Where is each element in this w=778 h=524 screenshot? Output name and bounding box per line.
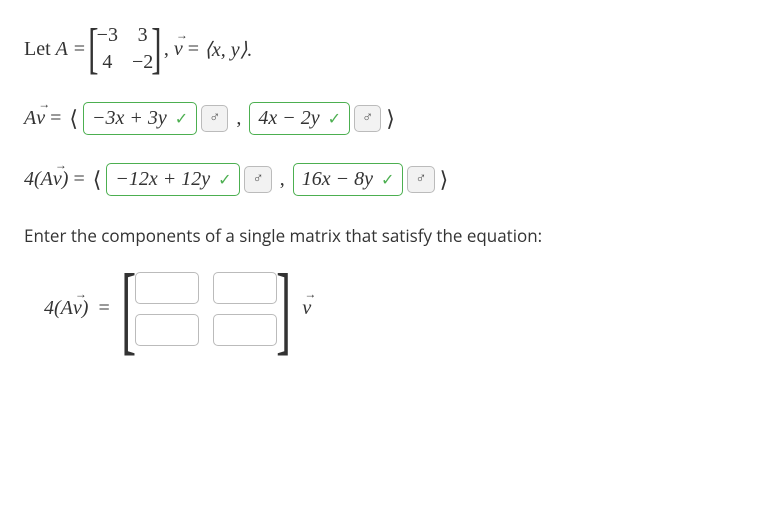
left-bracket-big: [ [121,271,136,346]
gear-icon: ♂ [209,110,220,127]
answer-box-1[interactable]: −3x + 3y ✓ [83,102,197,135]
instruction-text: Enter the components of a single matrix … [24,224,754,247]
answer-1-expr: −3x + 3y [92,107,167,130]
gear-icon: ♂ [362,110,373,127]
answer-box-3[interactable]: −12x + 12y ✓ [106,163,240,196]
reload-button-4[interactable]: ♂ [407,166,434,193]
check-icon: ✓ [218,170,231,190]
matrix-input-21[interactable] [135,314,199,346]
right-bracket-big: ] [276,271,291,346]
angle-left: ⟨ [93,167,102,193]
check-icon: ✓ [175,109,188,129]
cell-a21: 4 [97,51,118,74]
answer-box-2[interactable]: 4x − 2y ✓ [249,102,350,135]
angle-left: ⟨ [69,106,78,132]
final-equation-row: 4(Av) = [ ] v [44,271,754,346]
answer-2-expr: 4x − 2y [258,107,319,130]
cell-a12: 3 [132,24,153,47]
angle-right: ⟩ [440,167,449,193]
eq: = [188,38,199,61]
comma: , [164,38,169,61]
comma-sep: , [280,168,285,191]
reload-button-1[interactable]: ♂ [201,105,228,132]
reload-button-2[interactable]: ♂ [354,105,381,132]
comma-sep: , [236,107,241,130]
matrix-input-12[interactable] [213,272,277,304]
final-eq: = [98,297,109,320]
answer-3-expr: −12x + 12y [115,168,210,191]
definition-row: Let A = [ −3 3 4 −2 ] , v = ⟨x, y⟩. [24,24,754,74]
cell-a11: −3 [97,24,118,47]
answer-box-4[interactable]: 16x − 8y ✓ [293,163,404,196]
matrix-input-11[interactable] [135,272,199,304]
reload-button-3[interactable]: ♂ [244,166,271,193]
av-lhs: Av [24,107,45,130]
a-equals: A = [56,38,86,61]
vector-v: v [174,38,183,61]
angle-right: ⟩ [386,106,395,132]
final-v: v [302,297,311,320]
check-icon: ✓ [328,109,341,129]
left-bracket: [ [88,27,98,72]
four-av-lhs: 4(Av) [24,168,68,191]
let-text: Let [24,38,51,61]
check-icon: ✓ [381,170,394,190]
input-matrix: [ ] [122,271,291,346]
gear-icon: ♂ [415,171,426,188]
gear-icon: ♂ [252,171,263,188]
cell-a22: −2 [132,51,153,74]
four-av-row: 4(Av) = ⟨ −12x + 12y ✓ ♂ , 16x − 8y ✓ ♂ … [24,163,754,196]
right-bracket: ] [151,27,161,72]
matrix-a: [ −3 3 4 −2 ] [90,24,160,74]
answer-4-expr: 16x − 8y [302,168,373,191]
xy-tuple: ⟨x, y⟩. [204,37,252,62]
final-lhs: 4(Av) [44,297,88,320]
av-row: Av = ⟨ −3x + 3y ✓ ♂ , 4x − 2y ✓ ♂ ⟩ [24,102,754,135]
matrix-input-22[interactable] [213,314,277,346]
